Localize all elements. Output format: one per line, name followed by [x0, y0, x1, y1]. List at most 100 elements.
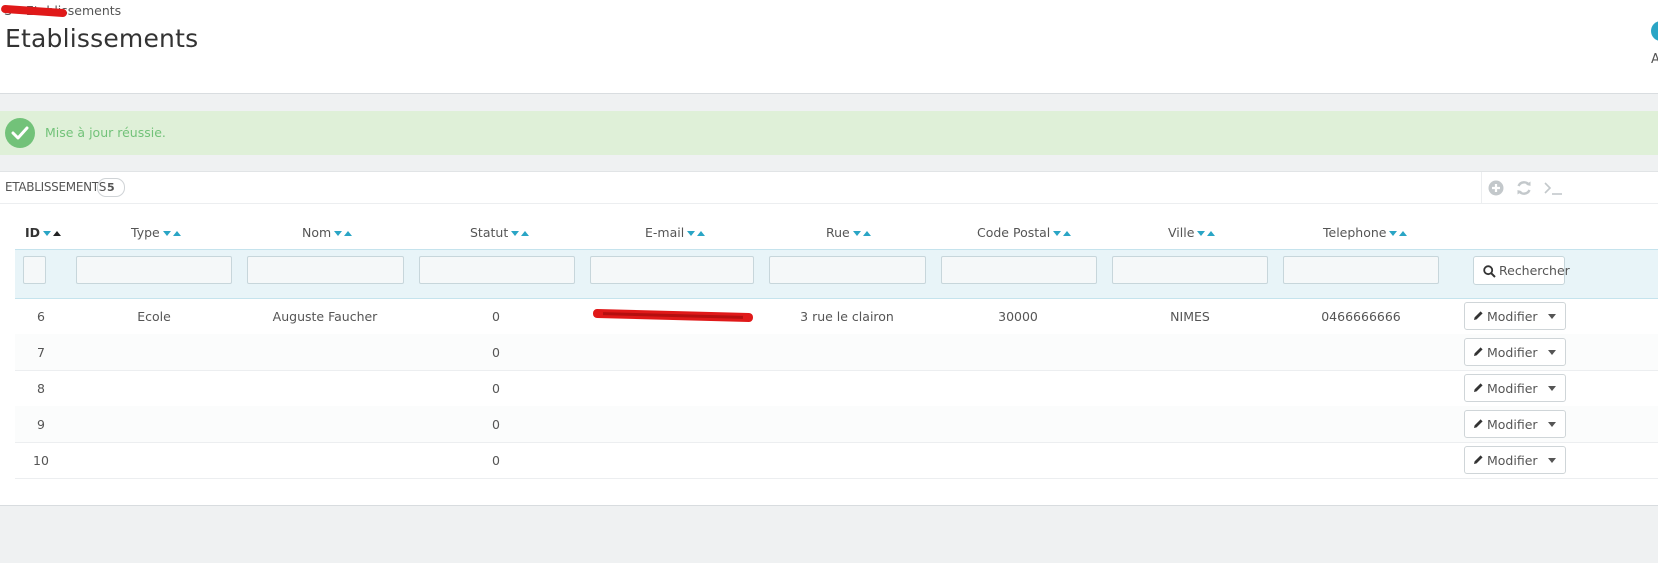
column-header-code-postal[interactable]: Code Postal [977, 225, 1072, 240]
edit-button[interactable]: Modifier [1465, 411, 1538, 437]
edit-button[interactable]: Modifier [1465, 303, 1538, 329]
column-header-nom[interactable]: Nom [302, 225, 353, 240]
column-header-ville-label: Ville [1168, 225, 1195, 240]
establishments-panel: ETABLISSEMENTS 5 ID Type Nom Statut E-ma… [0, 171, 1658, 506]
column-header-statut[interactable]: Statut [470, 225, 530, 240]
pencil-icon [1474, 383, 1483, 392]
search-button[interactable]: Rechercher [1473, 256, 1570, 285]
column-header-id[interactable]: ID [25, 225, 62, 240]
sort-asc-icon[interactable] [53, 231, 62, 236]
column-header-rue-label: Rue [826, 225, 850, 240]
breadcrumb: S Etablissements [4, 3, 121, 18]
sort-asc-icon[interactable] [697, 231, 706, 236]
filter-id-input[interactable] [23, 256, 46, 284]
cell-statut: 0 [492, 309, 500, 324]
column-header-nom-label: Nom [302, 225, 332, 240]
cell-statut: 0 [492, 345, 500, 360]
filter-ville-input[interactable] [1112, 256, 1268, 284]
success-alert: Mise à jour réussie. [0, 111, 1658, 155]
sort-asc-icon[interactable] [862, 231, 871, 236]
cell-rue: 3 rue le clairon [800, 309, 894, 324]
column-header-statut-label: Statut [470, 225, 509, 240]
row-actions: Modifier [1464, 410, 1566, 438]
cell-code-postal: 30000 [998, 309, 1038, 324]
filter-telephone-input[interactable] [1283, 256, 1439, 284]
row-actions: Modifier [1464, 446, 1566, 474]
pencil-icon [1474, 311, 1483, 320]
edit-button-label: Modifier [1487, 453, 1538, 468]
panel-heading: ETABLISSEMENTS 5 [0, 172, 1658, 204]
table-row[interactable]: 7 0 Modifier [15, 334, 1658, 371]
sort-desc-icon[interactable] [1053, 231, 1062, 236]
filter-email-input[interactable] [590, 256, 754, 284]
sort-desc-icon[interactable] [511, 231, 520, 236]
edit-button-label: Modifier [1487, 381, 1538, 396]
edit-button[interactable]: Modifier [1465, 447, 1538, 473]
sort-desc-icon[interactable] [1389, 231, 1398, 236]
sort-desc-icon[interactable] [852, 231, 861, 236]
chevron-down-icon[interactable] [1539, 339, 1565, 365]
table-row[interactable]: 8 0 Modifier [15, 370, 1658, 407]
sort-asc-icon[interactable] [172, 231, 181, 236]
cell-id: 8 [37, 381, 45, 396]
column-header-code-postal-label: Code Postal [977, 225, 1051, 240]
filter-type-input[interactable] [76, 256, 232, 284]
check-circle-icon [5, 118, 35, 148]
chevron-down-icon[interactable] [1539, 411, 1565, 437]
page-title: Etablissements [5, 24, 199, 53]
cell-id: 7 [37, 345, 45, 360]
cell-statut: 0 [492, 381, 500, 396]
cell-ville: NIMES [1170, 309, 1210, 324]
pencil-icon [1474, 455, 1483, 464]
cell-nom: Auguste Faucher [272, 309, 378, 324]
cell-type: Ecole [137, 309, 171, 324]
breadcrumb-parent-link[interactable]: S [4, 3, 12, 18]
alert-message: Mise à jour réussie. [45, 125, 166, 140]
column-header-ville[interactable]: Ville [1168, 225, 1216, 240]
sort-asc-icon[interactable] [344, 231, 353, 236]
sort-asc-icon[interactable] [1399, 231, 1408, 236]
column-header-rue[interactable]: Rue [826, 225, 871, 240]
column-header-type-label: Type [131, 225, 160, 240]
sort-desc-icon[interactable] [43, 231, 52, 236]
edit-button-label: Modifier [1487, 309, 1538, 324]
edit-button-label: Modifier [1487, 345, 1538, 360]
sql-query-icon[interactable] [1543, 179, 1562, 197]
row-actions: Modifier [1464, 338, 1566, 366]
chevron-down-icon[interactable] [1539, 375, 1565, 401]
sort-desc-icon[interactable] [1197, 231, 1206, 236]
column-header-type[interactable]: Type [131, 225, 181, 240]
cell-statut: 0 [492, 453, 500, 468]
page-header: S Etablissements Etablissements A [0, 0, 1658, 94]
column-header-email-label: E-mail [645, 225, 685, 240]
header-action-label[interactable]: A [1651, 52, 1658, 67]
filter-statut-input[interactable] [419, 256, 575, 284]
edit-button[interactable]: Modifier [1465, 375, 1538, 401]
edit-button[interactable]: Modifier [1465, 339, 1538, 365]
filter-nom-input[interactable] [247, 256, 404, 284]
chevron-down-icon[interactable] [1539, 303, 1565, 329]
cell-telephone: 0466666666 [1321, 309, 1401, 324]
table-row[interactable]: 9 0 Modifier [15, 406, 1658, 443]
table-row[interactable]: 10 0 Modifier [15, 442, 1658, 479]
sort-asc-icon[interactable] [1063, 231, 1072, 236]
sort-desc-icon[interactable] [334, 231, 343, 236]
edit-button-label: Modifier [1487, 417, 1538, 432]
sort-desc-icon[interactable] [162, 231, 171, 236]
chevron-down-icon[interactable] [1539, 447, 1565, 473]
sort-asc-icon[interactable] [521, 231, 530, 236]
search-icon [1483, 265, 1496, 278]
column-header-telephone[interactable]: Telephone [1323, 225, 1408, 240]
help-icon[interactable] [1651, 21, 1658, 41]
sort-asc-icon[interactable] [1207, 231, 1216, 236]
cell-id: 10 [33, 453, 49, 468]
column-header-telephone-label: Telephone [1323, 225, 1387, 240]
refresh-icon[interactable] [1515, 179, 1533, 197]
add-new-icon[interactable] [1487, 179, 1505, 197]
table-row[interactable]: 6 Ecole Auguste Faucher 0 3 rue le clair… [15, 298, 1658, 335]
sort-desc-icon[interactable] [687, 231, 696, 236]
column-header-id-label: ID [25, 225, 41, 240]
column-header-email[interactable]: E-mail [645, 225, 706, 240]
filter-rue-input[interactable] [769, 256, 926, 284]
filter-code-postal-input[interactable] [941, 256, 1097, 284]
